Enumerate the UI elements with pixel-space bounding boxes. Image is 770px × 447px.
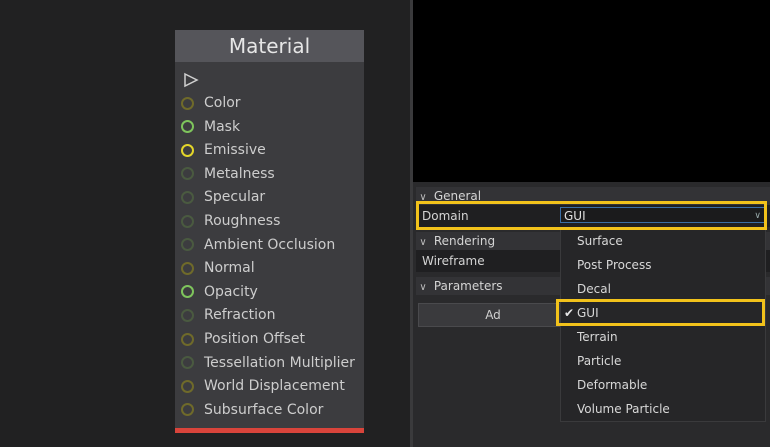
pin-label: Metalness — [204, 165, 275, 182]
dropdown-option-label: Surface — [577, 234, 623, 248]
pin-label: Mask — [204, 118, 241, 135]
pin-circle-icon[interactable] — [181, 120, 194, 134]
dropdown-option[interactable]: Surface — [561, 229, 765, 253]
dropdown-option-label: Decal — [577, 282, 611, 296]
node-input-pin[interactable]: Mask — [181, 117, 240, 137]
gui-option-highlight — [556, 299, 765, 326]
node-input-pin[interactable]: Color — [181, 93, 241, 113]
node-input-pin[interactable]: Metalness — [181, 164, 275, 184]
dropdown-option-label: Particle — [577, 354, 622, 368]
pin-circle-icon[interactable] — [181, 379, 194, 393]
pin-label: Specular — [204, 189, 266, 206]
node-input-pin[interactable]: Ambient Occlusion — [181, 235, 335, 255]
node-title: Material — [175, 30, 364, 62]
node-input-pin[interactable]: Normal — [181, 258, 255, 278]
node-input-pin[interactable]: Refraction — [181, 305, 276, 325]
dropdown-option[interactable]: Terrain — [561, 325, 765, 349]
node-input-pin[interactable]: Emissive — [181, 140, 266, 160]
dropdown-option-label: Volume Particle — [577, 402, 670, 416]
dropdown-option[interactable]: Volume Particle — [561, 397, 765, 421]
dropdown-option-label: Deformable — [577, 378, 648, 392]
dropdown-option[interactable]: Particle — [561, 349, 765, 373]
node-input-pin[interactable]: Subsurface Color — [181, 400, 323, 420]
node-input-pin[interactable]: World Displacement — [181, 376, 345, 396]
add-parameter-button[interactable]: Ad — [418, 303, 568, 327]
wireframe-label: Wireframe — [422, 254, 485, 268]
pin-label: Opacity — [204, 283, 258, 300]
pin-circle-icon[interactable] — [181, 238, 194, 252]
node-input-pin[interactable]: Specular — [181, 187, 265, 207]
execution-arrow-icon[interactable] — [183, 72, 199, 88]
pin-label: Ambient Occlusion — [204, 236, 336, 253]
pin-circle-icon[interactable] — [181, 190, 194, 204]
node-footer-bar — [175, 428, 364, 433]
pin-label: World Displacement — [204, 378, 345, 395]
dropdown-option[interactable]: Post Process — [561, 253, 765, 277]
node-input-pin[interactable]: Roughness — [181, 211, 280, 231]
pin-label: Subsurface Color — [204, 401, 324, 418]
node-input-pin[interactable]: Tessellation Multiplier — [181, 353, 355, 373]
pin-label: Position Offset — [204, 331, 306, 347]
material-preview[interactable] — [413, 0, 770, 182]
material-node[interactable]: Material Color Mask Emissive Metalness Specu… — [175, 30, 364, 433]
dropdown-option[interactable]: Deformable — [561, 373, 765, 397]
pin-label: Emissive — [204, 142, 266, 159]
pin-circle-icon[interactable] — [181, 261, 194, 275]
pin-label: Refraction — [204, 307, 276, 324]
node-input-pin[interactable]: Opacity — [181, 282, 258, 302]
node-input-pin[interactable]: Position Offset — [181, 329, 305, 349]
dropdown-option-label: Post Process — [577, 258, 652, 272]
pin-circle-icon[interactable] — [181, 308, 194, 322]
pin-circle-icon[interactable] — [181, 285, 194, 299]
pin-label: Normal — [204, 260, 255, 277]
pin-circle-icon[interactable] — [181, 96, 194, 110]
domain-highlight — [416, 201, 767, 230]
dropdown-option-label: Terrain — [577, 330, 618, 344]
dropdown-option[interactable]: Decal — [561, 277, 765, 301]
pin-label: Color — [204, 95, 241, 111]
chevron-down-icon: ∨ — [419, 282, 427, 293]
pin-circle-icon[interactable] — [181, 332, 194, 346]
pin-circle-icon[interactable] — [181, 403, 194, 417]
pin-circle-icon[interactable] — [181, 214, 194, 228]
pin-circle-icon[interactable] — [181, 167, 194, 181]
pin-circle-icon[interactable] — [181, 356, 194, 370]
pin-circle-icon[interactable] — [181, 143, 194, 157]
pin-label: Roughness — [204, 213, 281, 229]
pin-label: Tessellation Multiplier — [204, 354, 355, 371]
